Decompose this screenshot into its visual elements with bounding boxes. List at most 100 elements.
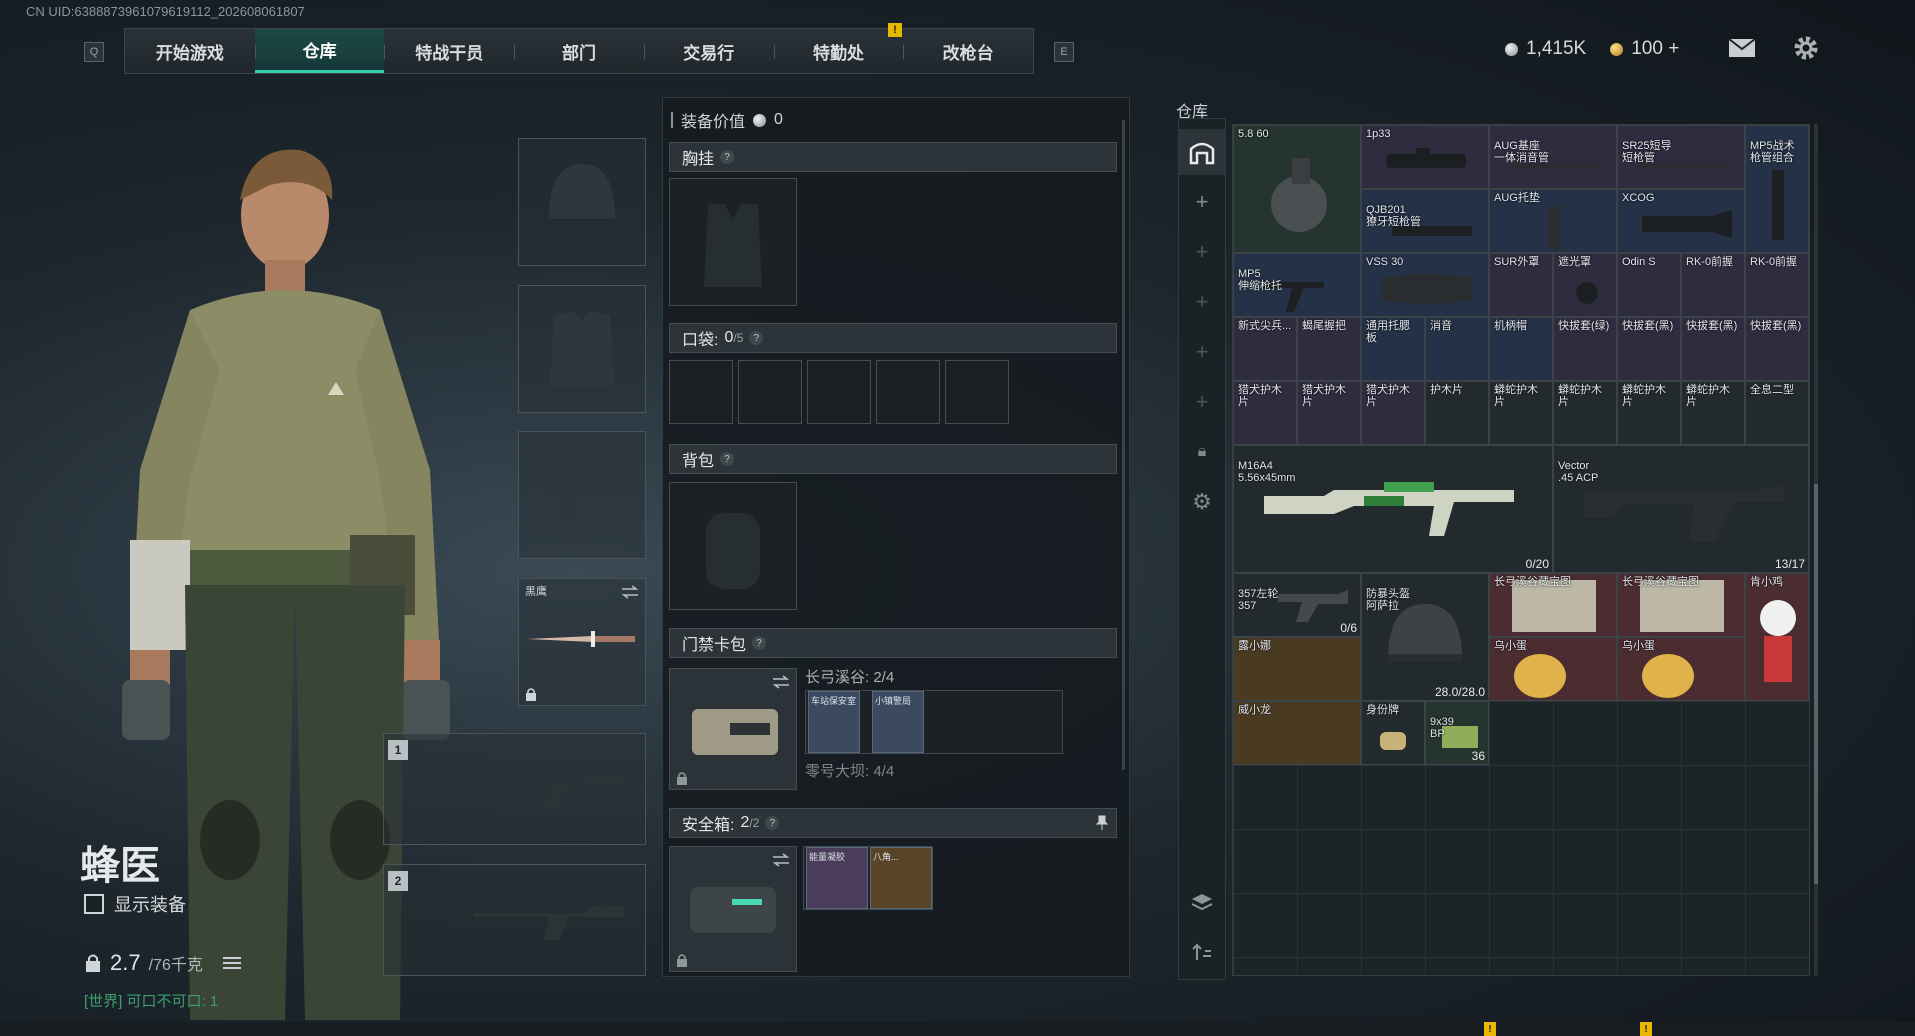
tab-trading[interactable]: 交易行 [643, 29, 774, 73]
gold-amount[interactable]: 100 + [1631, 38, 1679, 60]
item-treasure-map[interactable]: 长弓溪谷藏宝图 [1617, 573, 1745, 637]
item-1p33-scope[interactable]: 1p33 [1361, 125, 1489, 189]
item-rk0-grip[interactable]: RK-0前握 [1745, 253, 1809, 317]
item-grip[interactable]: 蝎尾握把 [1297, 317, 1361, 381]
item-handguard-plate[interactable]: 蟒蛇护木片 [1681, 381, 1745, 445]
primary-weapon-slot-1[interactable]: 1 [383, 733, 646, 845]
tab-start-game[interactable]: 开始游戏 [125, 29, 255, 73]
layers-icon[interactable] [1179, 879, 1225, 925]
pocket-slot[interactable] [807, 360, 871, 424]
item-xcog-scope[interactable]: XCOG [1617, 189, 1745, 253]
item-quick-pouch[interactable]: 快拔套(黑) [1681, 317, 1745, 381]
pocket-slot[interactable] [738, 360, 802, 424]
item-ammo-box[interactable]: 9x39 BP 36 [1425, 701, 1489, 765]
item-collectible[interactable]: 露小娜 [1233, 637, 1361, 701]
keycard-case-slot[interactable] [669, 668, 797, 790]
sort-icon[interactable] [1179, 929, 1225, 975]
show-equipment-toggle[interactable]: 显示装备 [84, 891, 186, 917]
item-mp5-stock[interactable]: MP5 伸缩枪托 [1233, 253, 1361, 317]
item-handguard-plate[interactable]: 蟒蛇护木片 [1617, 381, 1681, 445]
item-cheek-rest[interactable]: 通用托腮板 [1361, 317, 1425, 381]
add-tab-button[interactable]: + [1179, 279, 1225, 325]
safe-item[interactable]: 八角... [870, 847, 932, 909]
item-quick-pouch[interactable]: 快拔套(黑) [1617, 317, 1681, 381]
gear-icon[interactable]: ⚙ [1179, 479, 1225, 525]
item-handguard-plate[interactable]: 蟒蛇护木片 [1553, 381, 1617, 445]
item-handle-cap[interactable]: 机柄帽 [1489, 317, 1553, 381]
lock-icon[interactable]: 🔒︎ [1179, 429, 1225, 475]
item-drum-mag[interactable]: 5.8 60 [1233, 125, 1361, 253]
pin-icon[interactable] [1096, 815, 1108, 831]
item-collectible[interactable]: 乌小蛋 [1617, 637, 1745, 701]
item-aug-buttpad[interactable]: AUG托垫 [1489, 189, 1617, 253]
item-handguard-plate[interactable]: 猎犬护木片 [1297, 381, 1361, 445]
item-sur-cover[interactable]: SUR外罩 [1489, 253, 1553, 317]
item-qjb201-barrel[interactable]: QJB201 獠牙短枪管 [1361, 189, 1489, 253]
item-handguard-plate[interactable]: 猎犬护木片 [1361, 381, 1425, 445]
safe-box-slot[interactable] [669, 846, 797, 972]
help-icon[interactable]: ? [720, 150, 735, 164]
tab-operators[interactable]: 特战干员 [384, 29, 514, 73]
pocket-slot[interactable] [945, 360, 1009, 424]
item-collectible[interactable]: 乌小蛋 [1489, 637, 1617, 701]
show-equipment-checkbox[interactable] [84, 894, 104, 914]
item-sr25-barrel[interactable]: SR25短导 短枪管 [1617, 125, 1745, 189]
swap-icon[interactable] [621, 585, 639, 599]
add-tab-button[interactable]: + [1179, 329, 1225, 375]
mail-icon[interactable] [1728, 38, 1756, 58]
item-357-revolver[interactable]: 357左轮 357 0/6 [1233, 573, 1361, 637]
item-lens-hood[interactable]: 遮光罩 [1553, 253, 1617, 317]
primary-weapon-slot-2[interactable]: 2 [383, 864, 646, 976]
keycard-item[interactable]: 车站保安室 [808, 691, 860, 753]
tab-department[interactable]: 部门 [514, 29, 644, 73]
item-rk0-grip[interactable]: RK-0前握 [1681, 253, 1745, 317]
melee-slot[interactable]: 黑鹰 [518, 578, 646, 706]
tab-warehouse[interactable]: 仓库 [254, 29, 385, 73]
chest-rig-slot[interactable] [669, 178, 797, 306]
item-odin-s[interactable]: Odin S [1617, 253, 1681, 317]
tab-gunsmith[interactable]: 改枪台 [903, 29, 1033, 73]
item-attachment[interactable]: 新式尖兵... [1233, 317, 1297, 381]
item-dog-tag[interactable]: 身份牌 [1361, 701, 1425, 765]
world-chat-line[interactable]: [世界] 可口不可口: 1 [84, 990, 218, 1011]
item-riot-helmet[interactable]: 防暴头盔 阿萨拉 28.0/28.0 [1361, 573, 1489, 701]
help-icon[interactable]: ? [765, 816, 780, 830]
armor-slot[interactable] [518, 285, 646, 413]
item-suppressor[interactable]: 消音 [1425, 317, 1489, 381]
warehouse-main-tab[interactable] [1179, 129, 1225, 175]
item-holo-sight[interactable]: 全息二型 [1745, 381, 1809, 445]
prev-tab-key[interactable]: Q [84, 42, 104, 62]
safe-item[interactable]: 能量凝胶 [806, 847, 868, 909]
help-icon[interactable]: ? [749, 331, 764, 345]
pocket-slot[interactable] [669, 360, 733, 424]
equipment-scrollbar[interactable] [1122, 120, 1125, 770]
add-tab-button[interactable]: + [1179, 179, 1225, 225]
backpack-slot[interactable] [669, 482, 797, 610]
item-handguard-plate[interactable]: 猎犬护木片 [1233, 381, 1297, 445]
add-tab-button[interactable]: + [1179, 379, 1225, 425]
item-m16a4-rifle[interactable]: M16A4 5.56x45mm 0/20 [1233, 445, 1553, 573]
keycard-item[interactable]: 小镇警局 [872, 691, 924, 753]
item-handguard-plate[interactable]: 蟒蛇护木片 [1489, 381, 1553, 445]
pocket-slot[interactable] [876, 360, 940, 424]
list-icon[interactable] [222, 955, 241, 971]
item-quick-pouch[interactable]: 快拔套(黑) [1745, 317, 1809, 381]
scrollbar-thumb[interactable] [1814, 484, 1818, 884]
help-icon[interactable]: ? [720, 452, 735, 466]
item-treasure-map[interactable]: 长弓溪谷藏宝图 [1489, 573, 1617, 637]
help-icon[interactable]: ? [752, 636, 767, 650]
helmet-slot[interactable] [518, 138, 646, 266]
item-quick-pouch[interactable]: 快拔套(绿) [1553, 317, 1617, 381]
item-collectible[interactable]: 威小龙 [1233, 701, 1361, 765]
swap-icon[interactable] [772, 675, 790, 689]
item-handguard-plate[interactable]: 护木片 [1425, 381, 1489, 445]
add-tab-button[interactable]: + [1179, 229, 1225, 275]
item-vss-magazine[interactable]: VSS 30 [1361, 253, 1489, 317]
item-mp5-handguard[interactable]: MP5战术 枪管组合 [1745, 125, 1809, 253]
item-aug-suppressor[interactable]: AUG基座 一体消音管 [1489, 125, 1617, 189]
gear-icon[interactable] [1792, 34, 1820, 62]
next-tab-key[interactable]: E [1054, 42, 1074, 62]
swap-icon[interactable] [772, 853, 790, 867]
warehouse-scrollbar[interactable] [1814, 124, 1818, 976]
tab-special-ops[interactable]: 特勤处 [773, 29, 904, 73]
